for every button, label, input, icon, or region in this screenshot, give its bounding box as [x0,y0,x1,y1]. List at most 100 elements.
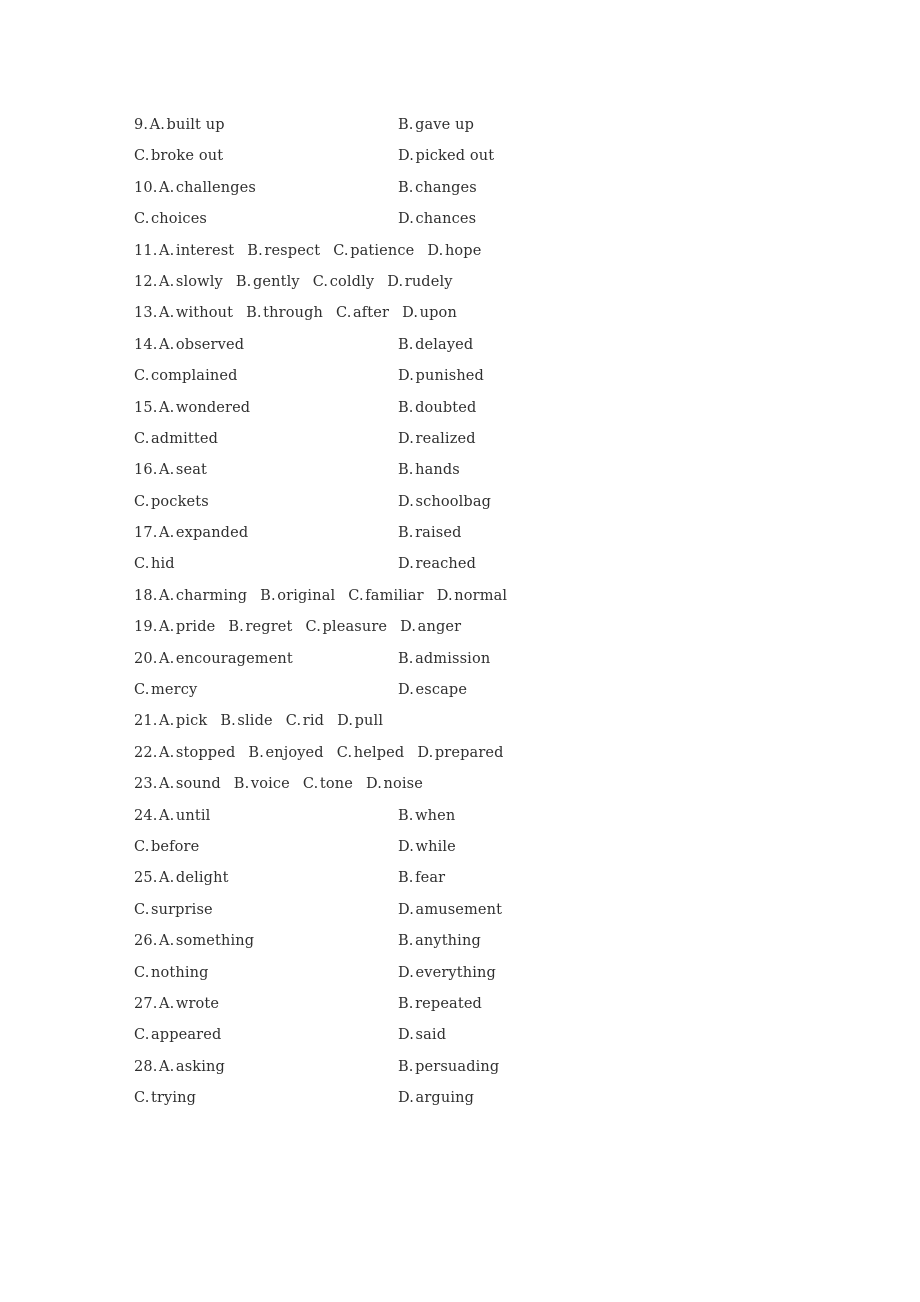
option-letter: D. [398,148,415,165]
option-B: B. slide [220,706,272,737]
option-text: raised [415,525,462,542]
option-letter: B. [398,179,414,196]
option-letter: A. [159,462,175,479]
option-text: before [151,838,200,855]
option-letter: C. [348,587,364,604]
option-A: 11. A. interest [134,236,234,267]
option-letter: B. [247,242,263,259]
option-C: C. trying [134,1083,398,1114]
option-text: through [263,305,323,322]
option-text: respect [264,242,321,259]
question-row: 24. A. until B. when [134,801,834,832]
option-text: stopped [175,744,236,761]
option-text: upon [419,305,457,322]
option-text: rid [302,713,325,730]
option-A: 17. A. expanded [134,518,398,549]
question-row: 20. A. encouragement B. admission [134,644,834,675]
option-A: 13. A. without [134,298,233,329]
question-number: 27. [134,995,158,1012]
option-C: C. pleasure [306,612,388,643]
option-text: voice [250,776,290,793]
option-D: D. rudely [387,267,452,298]
option-letter: B. [246,305,262,322]
question-row: 19. A. pride B. regret C. pleasure D. anger [134,612,834,643]
option-text: prepared [434,744,504,761]
question-row: C. broke out D. picked out [134,141,834,172]
option-letter: B. [248,744,264,761]
option-B: B. enjoyed [248,738,323,769]
question-number: 24. [134,807,158,824]
option-letter: D. [398,211,415,228]
option-letter: C. [336,744,353,761]
option-letter: C. [336,305,352,322]
option-D: D. everything [398,958,496,989]
option-text: slowly [175,273,223,290]
option-A: 21. A. pick [134,706,207,737]
option-A: 22. A. stopped [134,738,235,769]
option-text: pleasure [322,619,388,636]
question-number: 22. [134,744,158,761]
option-A: 9. A. built up [134,110,398,141]
option-A: 10. A. challenges [134,173,398,204]
option-letter: C. [305,619,321,636]
option-letter: A. [159,587,175,604]
option-A: 25. A. delight [134,863,398,894]
option-D: D. amusement [398,895,502,926]
option-text: arguing [415,1090,475,1107]
option-text: normal [454,587,508,604]
option-letter: C. [134,901,150,918]
option-text: gave up [415,117,475,133]
option-text: interest [175,242,235,259]
option-letter: D. [337,713,354,730]
option-letter: B. [398,117,414,133]
question-row: 15. A. wondered B. doubted [134,393,834,424]
option-B: B. delayed [398,330,473,361]
question-number: 18. [134,587,158,604]
option-C: C. coldly [313,267,375,298]
option-text: after [353,305,390,322]
question-row: C. trying D. arguing [134,1083,834,1114]
question-number: 14. [134,336,158,353]
option-text: persuading [415,1058,500,1075]
option-B: B. repeated [398,989,482,1020]
option-B: B. persuading [398,1052,499,1083]
option-text: pull [354,713,384,730]
option-D: D. escape [398,675,467,706]
option-A: 20. A. encouragement [134,644,398,675]
option-B: B. regret [228,612,292,643]
option-text: delayed [415,336,474,353]
option-letter: A. [159,933,175,950]
question-number: 19. [134,619,158,636]
option-text: hands [415,462,460,479]
option-text: noise [383,776,423,793]
option-C: C. broke out [134,141,398,172]
option-letter: C. [134,430,150,447]
option-text: challenges [175,179,257,196]
option-text: amusement [415,901,503,918]
option-text: admitted [151,430,219,447]
option-C: C. helped [337,738,405,769]
option-text: patience [350,242,415,259]
option-text: charming [175,587,248,604]
option-D: D. prepared [417,738,503,769]
option-B: B. changes [398,173,477,204]
option-letter: C. [134,148,150,165]
option-text: asking [175,1058,225,1075]
option-D: D. chances [398,204,476,235]
option-letter: D. [365,776,382,793]
option-letter: B. [398,1058,414,1075]
option-letter: C. [134,368,150,385]
question-row: 21. A. pick B. slide C. rid D. pull [134,706,834,737]
document-page: 9. A. built up B. gave up C. broke out D. picked… [0,0,920,1302]
option-text: something [175,933,255,950]
option-text: seat [175,462,208,479]
option-letter: D. [398,901,415,918]
option-A: 23. A. sound [134,769,221,800]
question-row: 11. A. interest B. respect C. patience D. hope [134,236,834,267]
option-B: B. when [398,801,455,832]
option-text: surprise [151,901,213,918]
option-letter: B. [220,713,236,730]
option-letter: A. [159,870,175,887]
option-letter: C. [302,776,319,793]
option-text: admission [415,650,491,667]
